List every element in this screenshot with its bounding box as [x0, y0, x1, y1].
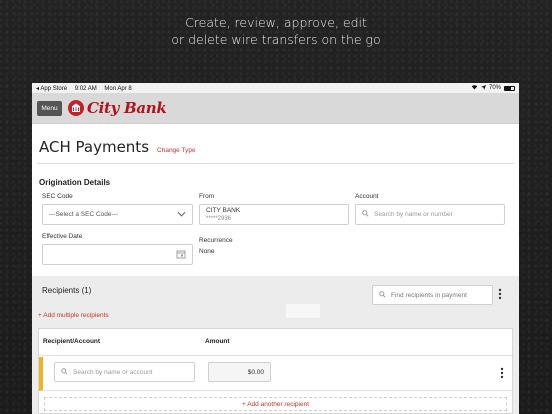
- recurrence-label: Recurrence: [199, 237, 233, 244]
- from-account-number: *****2936: [206, 215, 232, 222]
- table-row: Search by name or account $0.00: [39, 357, 512, 391]
- account-search-placeholder: Search by name or number: [374, 211, 453, 218]
- status-date: Mon Apr 8: [104, 85, 132, 92]
- account-search-input[interactable]: Search by name or number: [355, 204, 505, 225]
- search-icon: [379, 290, 386, 300]
- effective-date-input[interactable]: [42, 244, 193, 265]
- account-label: Account: [355, 193, 379, 200]
- add-multiple-recipients-link[interactable]: + Add multiple recipients: [38, 312, 109, 319]
- recipients-more-menu-icon[interactable]: [498, 288, 502, 303]
- battery-percent: 70%: [488, 85, 501, 91]
- tagline-line-2: or delete wire transfers on the go: [171, 32, 381, 47]
- bank-seal-icon: [68, 100, 84, 116]
- tablet-screen: ◂ App Store 9:02 AM Mon Apr 8 70% Menu C…: [32, 83, 519, 414]
- change-type-link[interactable]: Change Type: [157, 147, 196, 154]
- calendar-icon[interactable]: [176, 249, 186, 261]
- status-time: 9:02 AM: [74, 85, 97, 92]
- from-label: From: [199, 193, 215, 200]
- recipient-search-input[interactable]: Search by name or account: [54, 362, 195, 382]
- status-bar: ◂ App Store 9:02 AM Mon Apr 8 70%: [32, 83, 519, 93]
- sec-code-value: ---Select a SEC Code---: [49, 211, 118, 218]
- recipient-search-placeholder: Search by name or account: [73, 368, 153, 376]
- recipients-search-placeholder: Find recipients in payment: [391, 291, 467, 299]
- from-account-field[interactable]: CITY BANK *****2936: [199, 204, 349, 225]
- tagline-line-1: Create, review, approve, edit: [185, 15, 367, 30]
- wifi-icon: [471, 84, 478, 92]
- brand-name: City Bank: [87, 99, 167, 117]
- ghost-tab: [286, 304, 320, 318]
- sec-code-label: SEC Code: [42, 193, 73, 200]
- city-bank-logo: City Bank: [68, 99, 167, 117]
- marketing-tagline: Create, review, approve, edit or delete …: [0, 14, 552, 48]
- from-bank-name: CITY BANK: [206, 206, 241, 214]
- origination-details-title: Origination Details: [39, 178, 111, 187]
- recipients-table: Recipient/Account Amount Search by name …: [38, 328, 513, 414]
- search-icon: [61, 367, 68, 377]
- header-divider: [37, 163, 514, 164]
- location-icon: [480, 84, 486, 92]
- recipients-title: Recipients (1): [42, 286, 92, 295]
- table-header-divider: [39, 355, 512, 356]
- sec-code-select[interactable]: ---Select a SEC Code---: [42, 204, 193, 225]
- back-to-app-store[interactable]: ◂ App Store: [36, 86, 67, 92]
- page-title: ACH Payments: [39, 138, 150, 156]
- recipients-search-input[interactable]: Find recipients in payment: [372, 285, 493, 305]
- add-another-recipient-button[interactable]: + Add another recipient: [44, 397, 507, 411]
- row-more-menu-icon[interactable]: [500, 367, 504, 382]
- effective-date-label: Effective Date: [42, 233, 83, 240]
- chevron-down-icon: [177, 211, 186, 219]
- app-header: Menu City Bank: [32, 93, 519, 124]
- column-header-amount: Amount: [205, 338, 230, 345]
- amount-value: $0.00: [247, 368, 264, 376]
- battery-icon: [504, 85, 515, 91]
- column-header-recipient: Recipient/Account: [43, 338, 101, 345]
- recurrence-value: None: [199, 248, 215, 255]
- search-icon: [362, 210, 369, 219]
- amount-input[interactable]: $0.00: [208, 362, 271, 382]
- menu-button[interactable]: Menu: [37, 100, 62, 116]
- page-header: ACH Payments Change Type: [39, 138, 196, 156]
